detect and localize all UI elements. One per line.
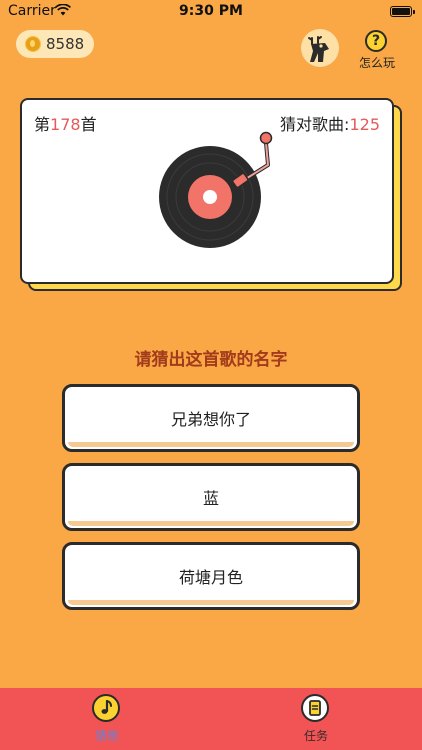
coin-balance[interactable]: 8588 (16, 30, 94, 58)
answer-option-2[interactable]: 蓝 (62, 463, 360, 531)
answer-option-1[interactable]: 兄弟想你了 (62, 384, 360, 452)
tab-tasks[interactable]: 任务 (266, 688, 366, 750)
correct-guesses-label: 猜对歌曲: (280, 115, 350, 134)
song-card: 第178首 猜对歌曲:125 (20, 98, 394, 284)
tab-bar: 猜歌 任务 (0, 688, 422, 750)
tab-tasks-label: 任务 (303, 729, 328, 743)
song-counter-suffix: 首 (80, 115, 97, 134)
answer-option-label: 荷塘月色 (178, 568, 243, 587)
tab-guess-song[interactable]: 猜歌 (57, 688, 157, 750)
music-note-icon (92, 694, 120, 722)
coin-count: 8588 (46, 35, 85, 53)
song-counter-value: 178 (50, 115, 81, 134)
tab-guess-song-label: 猜歌 (94, 729, 119, 743)
battery-icon (390, 6, 415, 17)
question-mark-icon: ? (365, 30, 387, 52)
answer-option-label: 兄弟想你了 (170, 410, 251, 429)
song-counter-prefix: 第 (34, 115, 51, 134)
answer-option-label: 蓝 (202, 489, 219, 508)
correct-guesses-value: 125 (349, 115, 380, 134)
clock: 9:30 PM (179, 3, 243, 19)
avatar[interactable] (301, 29, 339, 67)
task-clipboard-icon (301, 694, 329, 722)
status-bar: Carrier 9:30 PM (0, 0, 422, 24)
question-prompt: 请猜出这首歌的名字 (134, 350, 288, 370)
coin-icon (25, 36, 41, 52)
song-counter: 第178首 (34, 111, 97, 135)
answer-option-3[interactable]: 荷塘月色 (62, 542, 360, 610)
correct-guesses: 猜对歌曲:125 (280, 111, 380, 135)
deer-mascot-icon (308, 36, 329, 62)
vinyl-record-icon (159, 131, 273, 248)
how-to-play-label: 怎么玩 (358, 56, 395, 70)
how-to-play-button[interactable]: ? 怎么玩 (356, 28, 400, 72)
